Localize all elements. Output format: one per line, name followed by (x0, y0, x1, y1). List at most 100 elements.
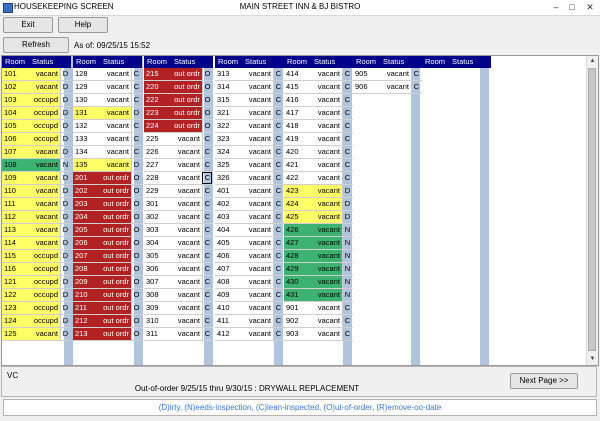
exit-button[interactable]: Exit (3, 17, 53, 33)
status-code[interactable]: N (342, 276, 352, 288)
status-code[interactable]: C (342, 68, 352, 80)
room-row[interactable]: 109 vacant D (2, 172, 71, 185)
vertical-scrollbar[interactable]: ▲ ▼ (586, 56, 598, 365)
status-code[interactable]: O (202, 107, 212, 119)
status-code[interactable]: O (202, 68, 212, 80)
status-code[interactable]: D (60, 224, 70, 236)
status-code[interactable]: D (342, 185, 352, 197)
status-code[interactable]: N (342, 237, 352, 249)
status-code[interactable]: C (131, 68, 141, 80)
room-row[interactable]: 422 vacant C (284, 172, 353, 185)
status-code[interactable]: D (60, 185, 70, 197)
status-code[interactable]: O (131, 315, 141, 327)
status-code[interactable]: C (273, 133, 283, 145)
room-row[interactable]: 224 out ordr O (144, 120, 213, 133)
room-row[interactable]: 128 vacant C (73, 68, 142, 81)
room-row[interactable]: 311 vacant C (144, 328, 213, 341)
room-row[interactable]: 103 occupd D (2, 94, 71, 107)
status-code[interactable]: C (202, 146, 212, 158)
room-row[interactable]: 322 vacant C (215, 120, 284, 133)
room-row[interactable]: 401 vacant C (215, 185, 284, 198)
status-code[interactable]: C (342, 159, 352, 171)
status-code[interactable]: C (273, 302, 283, 314)
status-code[interactable]: C (202, 159, 212, 171)
status-code[interactable]: C (273, 198, 283, 210)
maximize-icon[interactable]: □ (564, 1, 580, 13)
room-row[interactable]: 114 vacant D (2, 237, 71, 250)
room-row[interactable]: 906 vacant C (353, 81, 422, 94)
room-row[interactable]: 308 vacant C (144, 289, 213, 302)
room-row[interactable]: 121 occupd D (2, 276, 71, 289)
room-row[interactable]: 113 vacant D (2, 224, 71, 237)
room-row[interactable]: 405 vacant C (215, 237, 284, 250)
status-code[interactable]: O (202, 120, 212, 132)
status-code[interactable]: D (342, 198, 352, 210)
room-row[interactable]: 419 vacant C (284, 133, 353, 146)
status-code[interactable]: C (131, 94, 141, 106)
room-row[interactable]: 110 vacant D (2, 185, 71, 198)
room-row[interactable]: 104 occupd D (2, 107, 71, 120)
help-button[interactable]: Help (58, 17, 108, 33)
status-code[interactable]: C (202, 250, 212, 262)
status-code[interactable]: D (60, 276, 70, 288)
room-row[interactable]: 227 vacant C (144, 159, 213, 172)
room-row[interactable]: 429 vacant N (284, 263, 353, 276)
room-row[interactable]: 324 vacant C (215, 146, 284, 159)
status-code[interactable]: D (60, 133, 70, 145)
status-code[interactable]: D (60, 250, 70, 262)
status-code[interactable]: D (342, 211, 352, 223)
status-code[interactable]: C (342, 172, 352, 184)
room-row[interactable]: 206 out ordr O (73, 237, 142, 250)
status-code[interactable]: C (273, 289, 283, 301)
status-code[interactable]: D (60, 68, 70, 80)
status-code[interactable]: C (342, 94, 352, 106)
status-code[interactable]: C (273, 263, 283, 275)
room-row[interactable]: 222 out ordr O (144, 94, 213, 107)
status-code[interactable]: C (131, 120, 141, 132)
status-code[interactable]: C (131, 146, 141, 158)
room-row[interactable]: 418 vacant C (284, 120, 353, 133)
room-row[interactable]: 409 vacant C (215, 289, 284, 302)
status-code[interactable]: O (131, 237, 141, 249)
room-row[interactable]: 212 out ordr O (73, 315, 142, 328)
status-code[interactable]: N (342, 250, 352, 262)
room-row[interactable]: 313 vacant C (215, 68, 284, 81)
status-code[interactable]: C (411, 81, 421, 93)
status-code[interactable]: C (202, 237, 212, 249)
room-row[interactable]: 323 vacant C (215, 133, 284, 146)
status-code[interactable]: N (342, 289, 352, 301)
room-row[interactable]: 108 vacant N (2, 159, 71, 172)
room-row[interactable]: 223 out ordr O (144, 107, 213, 120)
status-code[interactable]: C (131, 133, 141, 145)
status-code[interactable]: C (342, 146, 352, 158)
room-row[interactable]: 902 vacant C (284, 315, 353, 328)
status-code[interactable]: D (60, 172, 70, 184)
room-row[interactable]: 124 occupd D (2, 315, 71, 328)
status-code[interactable]: C (273, 276, 283, 288)
status-code[interactable]: C (342, 302, 352, 314)
status-code[interactable]: C (202, 302, 212, 314)
close-icon[interactable]: ✕ (582, 1, 598, 13)
status-code[interactable]: C (342, 120, 352, 132)
status-code[interactable]: C (273, 94, 283, 106)
status-code[interactable]: D (60, 289, 70, 301)
room-row[interactable]: 115 occupd D (2, 250, 71, 263)
room-row[interactable]: 430 vacant N (284, 276, 353, 289)
status-code[interactable]: C (273, 159, 283, 171)
status-code[interactable]: C (202, 315, 212, 327)
status-code[interactable]: O (131, 224, 141, 236)
room-row[interactable]: 111 vacant D (2, 198, 71, 211)
status-code[interactable]: D (60, 146, 70, 158)
status-code[interactable]: O (202, 81, 212, 93)
status-code[interactable]: C (342, 328, 352, 340)
status-code[interactable]: C (273, 250, 283, 262)
status-code[interactable]: O (131, 302, 141, 314)
room-row[interactable]: 410 vacant C (215, 302, 284, 315)
refresh-button[interactable]: Refresh (3, 37, 69, 53)
status-code[interactable]: C (202, 224, 212, 236)
room-row[interactable]: 301 vacant C (144, 198, 213, 211)
status-code[interactable]: O (131, 211, 141, 223)
room-row[interactable]: 130 vacant C (73, 94, 142, 107)
status-code[interactable]: O (131, 263, 141, 275)
room-row[interactable]: 107 vacant D (2, 146, 71, 159)
